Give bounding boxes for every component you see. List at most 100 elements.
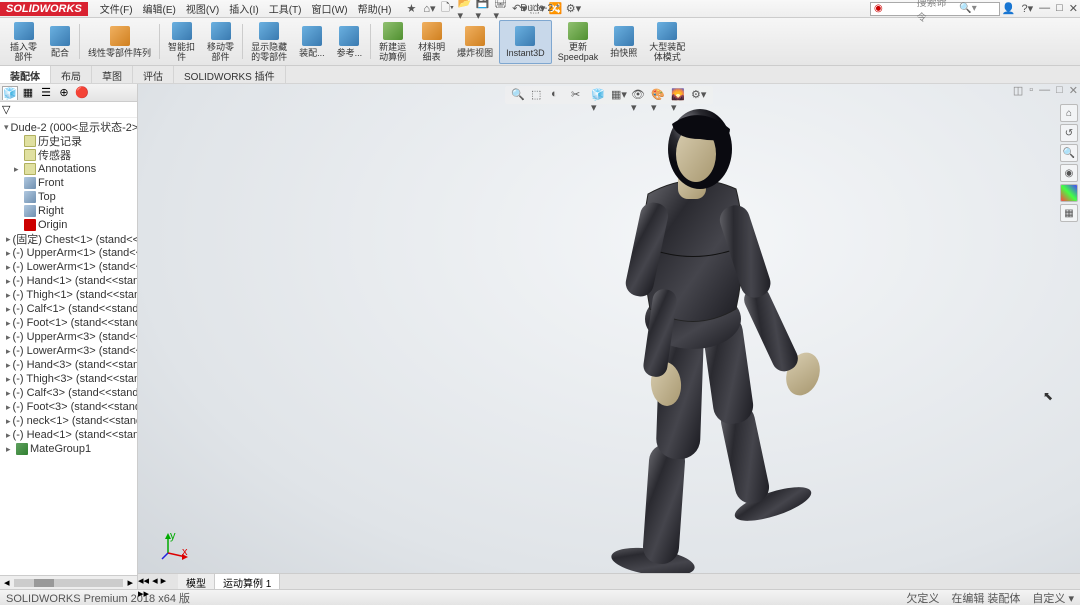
expand-icon[interactable]: ▸ (6, 374, 11, 385)
tree-node[interactable]: Front (0, 176, 137, 190)
expand-icon[interactable]: ▸ (6, 304, 11, 315)
maximize-icon[interactable]: □ (1056, 2, 1063, 15)
help-icon[interactable]: ?▾ (1021, 2, 1033, 15)
expand-icon[interactable]: ▸ (6, 388, 11, 399)
ribbon-button[interactable]: 移动零部件 (201, 20, 240, 64)
ribbon-tab[interactable]: 布局 (51, 66, 92, 83)
print-icon[interactable]: 🖨▾ (493, 1, 509, 17)
hu-decal-icon[interactable]: ▦ (1060, 204, 1078, 222)
ribbon-button[interactable]: 材料明细表 (412, 20, 451, 64)
search-box[interactable]: ◉ 搜索命令 🔍▾ (870, 2, 1000, 16)
vp-split-icon[interactable]: ▫ (1029, 84, 1033, 97)
menu-item[interactable]: 帮助(H) (354, 0, 396, 17)
feature-tree-tab-icon[interactable]: 🧊 (2, 86, 18, 100)
tree-node[interactable]: ▸(-) LowerArm<1> (stand<<stand (0, 260, 137, 274)
menu-item[interactable]: 窗口(W) (307, 0, 351, 17)
home-icon[interactable]: ⌂▾ (421, 1, 437, 17)
vp-max-icon[interactable]: □ (1056, 84, 1063, 97)
expand-icon[interactable]: ▸ (6, 402, 11, 413)
menu-item[interactable]: 视图(V) (182, 0, 223, 17)
tree-node[interactable]: ▸(固定) Chest<1> (stand<<stand (0, 232, 137, 246)
ribbon-button[interactable]: Instant3D (499, 20, 552, 64)
ribbon-tab[interactable]: 装配体 (0, 66, 51, 83)
expand-icon[interactable]: ▸ (6, 276, 11, 287)
menu-item[interactable]: 编辑(E) (139, 0, 180, 17)
tree-node[interactable]: ▸(-) UpperArm<1> (stand<<stand (0, 246, 137, 260)
tree-node[interactable]: ▸(-) Head<1> (stand<<stand (0, 428, 137, 442)
tree-node[interactable]: ▸(-) neck<1> (stand<<stand (0, 414, 137, 428)
tree-node[interactable]: ▸(-) LowerArm<3> (stand<<stand (0, 344, 137, 358)
collapse-icon[interactable]: ▾ (4, 122, 9, 133)
menu-item[interactable]: 文件(F) (96, 0, 137, 17)
ribbon-button[interactable]: 爆炸视图 (451, 20, 499, 64)
status-item[interactable]: 欠定义 (906, 590, 939, 606)
expand-icon[interactable]: ▸ (6, 318, 11, 329)
tab-nav[interactable]: ◂◂ ◂ ▸ ▸▸ (138, 574, 178, 589)
expand-icon[interactable]: ▸ (6, 332, 11, 343)
vp-dock-icon[interactable]: ◫ (1013, 84, 1023, 97)
graphics-viewport[interactable]: 🔍 ⬚ ◐ ✂ 🧊▾ ▦▾ 👁▾ 🎨▾ 🌄▾ ⚙▾ ◫ ▫ — □ ✕ ⌂ ↺ … (138, 84, 1080, 589)
tree-node[interactable]: ▸(-) Thigh<3> (stand<<stand (0, 372, 137, 386)
search-icon[interactable]: 🔍▾ (956, 3, 999, 14)
ribbon-button[interactable]: 新建运动算例 (373, 20, 412, 64)
vp-min-icon[interactable]: — (1039, 84, 1050, 97)
hu-zoom-icon[interactable]: 🔍 (1060, 144, 1078, 162)
expand-icon[interactable]: ▸ (6, 290, 11, 301)
expand-icon[interactable]: ▸ (6, 444, 16, 455)
save-icon[interactable]: 💾▾ (475, 1, 491, 17)
tree-node[interactable]: Top (0, 190, 137, 204)
tree-node[interactable]: 历史记录 (0, 134, 137, 148)
tree-node[interactable]: ▸(-) Calf<1> (stand<<stand (0, 302, 137, 316)
tree-node[interactable]: ▸MateGroup1 (0, 442, 137, 456)
expand-icon[interactable]: ▸ (6, 346, 11, 357)
ribbon-tab[interactable]: SOLIDWORKS 插件 (174, 66, 286, 83)
expand-icon[interactable]: ▸ (6, 234, 11, 245)
tree-node[interactable]: ▸(-) Calf<3> (stand<<stand (0, 386, 137, 400)
ribbon-button[interactable]: 装配... (293, 20, 331, 64)
hu-appear-icon[interactable] (1060, 184, 1078, 202)
tree-scrollbar[interactable]: ◂▸ (0, 575, 137, 589)
new-icon[interactable]: 🗋▾ (439, 1, 455, 17)
bottom-tab[interactable]: 运动算例 1 (215, 574, 280, 589)
expand-icon[interactable]: ▸ (6, 430, 11, 441)
hu-view-icon[interactable]: ◉ (1060, 164, 1078, 182)
tree-node[interactable]: ▸(-) Foot<3> (stand<<stand (0, 400, 137, 414)
tree-root[interactable]: ▾ Dude-2 (000<显示状态-2>) (0, 120, 137, 134)
display-tab-icon[interactable]: ⊕ (56, 86, 72, 100)
tree-node[interactable]: ▸(-) Hand<1> (stand<<stand (0, 274, 137, 288)
vp-close-icon[interactable]: ✕ (1069, 84, 1078, 97)
tree-node[interactable]: Origin (0, 218, 137, 232)
tree-node[interactable]: Right (0, 204, 137, 218)
tree-node[interactable]: ▸(-) Hand<3> (stand<<stand (0, 358, 137, 372)
user-icon[interactable]: 👤 (1002, 2, 1016, 15)
expand-icon[interactable]: ▸ (14, 164, 24, 175)
expand-icon[interactable]: ▸ (6, 248, 11, 259)
hu-home-icon[interactable]: ⌂ (1060, 104, 1078, 122)
status-item[interactable]: 自定义 ▾ (1032, 590, 1074, 606)
ribbon-button[interactable]: 智能扣件 (162, 20, 201, 64)
tree-node[interactable]: ▸(-) Thigh<1> (stand<<stand (0, 288, 137, 302)
ribbon-button[interactable]: 参考... (331, 20, 369, 64)
ribbon-button[interactable]: 配合 (43, 20, 77, 64)
tree-node[interactable]: ▸(-) UpperArm<3> (stand<<stand (0, 330, 137, 344)
tree-node[interactable]: 传感器 (0, 148, 137, 162)
ribbon-button[interactable]: 插入零部件 (4, 20, 43, 64)
ribbon-button[interactable]: 显示隐藏的零部件 (245, 20, 293, 64)
tree-node[interactable]: ▸(-) Foot<1> (stand<<stand (0, 316, 137, 330)
expand-icon[interactable]: ▸ (6, 416, 11, 427)
ribbon-tab[interactable]: 评估 (133, 66, 174, 83)
menu-item[interactable]: 工具(T) (265, 0, 306, 17)
ribbon-button[interactable]: 大型装配体模式 (643, 20, 691, 64)
ribbon-button[interactable]: 拍快照 (604, 20, 643, 64)
hu-reset-icon[interactable]: ↺ (1060, 124, 1078, 142)
bottom-tab[interactable]: 模型 (178, 574, 215, 589)
ribbon-button[interactable]: 线性零部件阵列 (82, 20, 157, 64)
status-item[interactable]: 在编辑 装配体 (951, 590, 1020, 606)
close-icon[interactable]: ✕ (1069, 2, 1078, 15)
appearance-tab-icon[interactable]: 🔴 (74, 86, 90, 100)
ribbon-button[interactable]: 更新Speedpak (552, 20, 605, 64)
expand-icon[interactable]: ▸ (6, 262, 11, 273)
expand-icon[interactable]: ▸ (6, 360, 11, 371)
tree-node[interactable]: ▸Annotations (0, 162, 137, 176)
ribbon-tab[interactable]: 草图 (92, 66, 133, 83)
